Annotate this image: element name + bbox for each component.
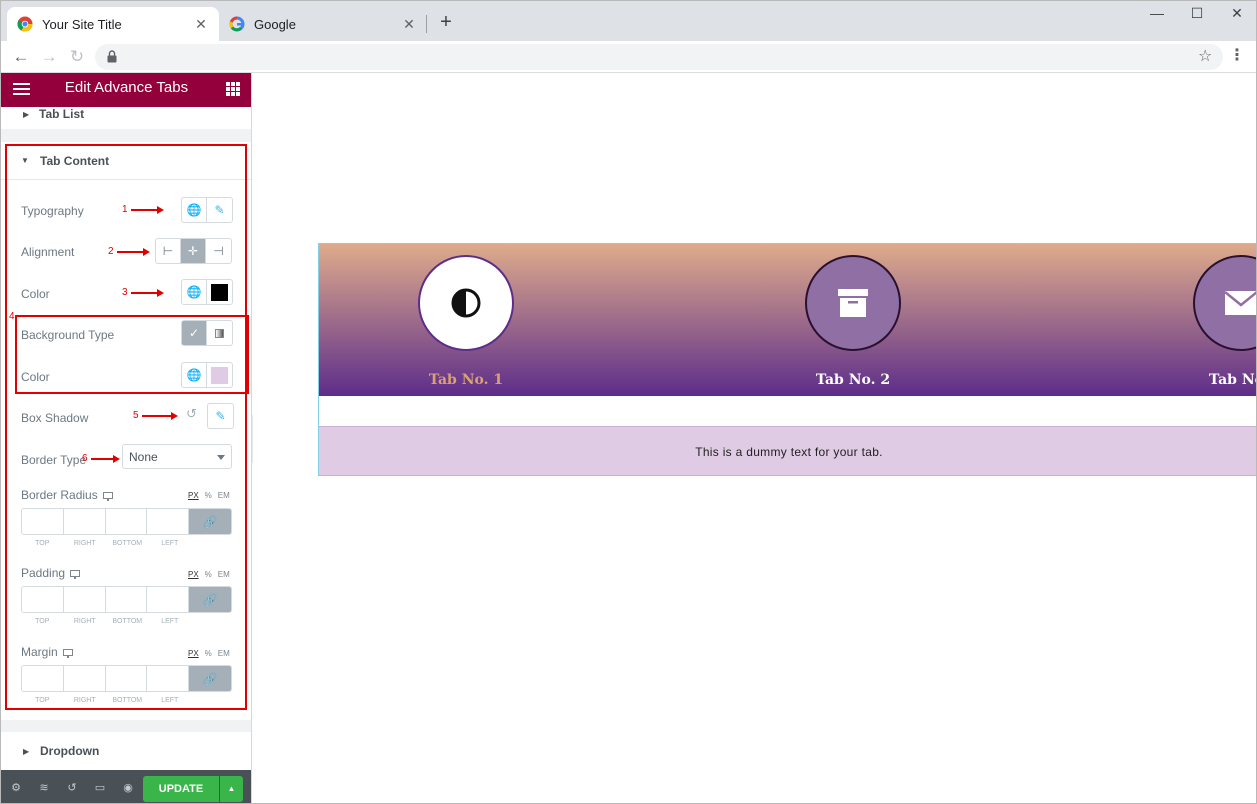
close-tab-icon[interactable]: ✕: [193, 16, 209, 33]
caret-right-icon: ▶: [23, 747, 30, 756]
hamburger-menu-icon[interactable]: [13, 83, 30, 95]
tab-divider: [426, 15, 427, 33]
section-label: Dropdown: [40, 744, 100, 758]
address-bar[interactable]: [95, 44, 1223, 70]
advance-tabs-widget: Tab No. 1 Tab No. 2 Tab No This is a dum…: [318, 243, 1256, 476]
reload-icon[interactable]: ↻: [66, 46, 88, 68]
section-dropdown[interactable]: ▶ Dropdown: [1, 732, 251, 770]
widgets-grid-icon[interactable]: [226, 82, 240, 96]
preview-canvas: Tab No. 1 Tab No. 2 Tab No This is a dum…: [253, 74, 1256, 803]
tabs-nav: Tab No. 1 Tab No. 2 Tab No: [319, 244, 1256, 396]
tab-strip: Your Site Title ✕ Google ✕ + — ☐ ✕: [1, 1, 1256, 41]
annotation-box: [15, 315, 249, 394]
tab-title: Your Site Title: [42, 16, 122, 32]
tab-1-circle[interactable]: [418, 255, 514, 351]
panel-footer: ⚙ ≋ ↺ ▭ ◉ UPDATE ▲: [1, 770, 251, 803]
tab-3-label[interactable]: Tab No: [1171, 372, 1256, 388]
section-label: Tab List: [39, 107, 85, 121]
lock-icon: [107, 50, 117, 63]
browser-tab-site[interactable]: Your Site Title ✕: [7, 7, 219, 41]
caret-right-icon: ▶: [23, 110, 30, 119]
tab-2-circle[interactable]: [805, 255, 901, 351]
bookmark-star-icon[interactable]: ☆: [1198, 46, 1212, 66]
archive-box-icon: [838, 289, 868, 317]
annotation-box: [5, 144, 247, 710]
browser-tab-google[interactable]: Google ✕: [219, 7, 427, 41]
settings-gear-icon[interactable]: ⚙: [9, 781, 23, 794]
browser-window: Your Site Title ✕ Google ✕ + — ☐ ✕ ← → ↻…: [0, 0, 1257, 804]
responsive-icon[interactable]: ▭: [93, 781, 107, 794]
tab-3-circle[interactable]: [1193, 255, 1256, 351]
layers-icon[interactable]: ≋: [37, 781, 51, 794]
envelope-icon: [1224, 291, 1256, 315]
contrast-icon: [451, 288, 481, 318]
tab-2-label[interactable]: Tab No. 2: [783, 372, 923, 388]
google-icon: [229, 16, 245, 32]
section-tab-list[interactable]: ▶ Tab List: [1, 107, 251, 129]
panel-title: Edit Advance Tabs: [64, 79, 189, 96]
browser-toolbar: ← → ↻ ☆ ⋮: [1, 41, 1256, 73]
maximize-button[interactable]: ☐: [1182, 5, 1212, 25]
tab-content-panel: This is a dummy text for your tab.: [319, 426, 1256, 475]
chrome-icon: [17, 16, 33, 32]
panel-header: Edit Advance Tabs: [1, 73, 251, 107]
forward-icon[interactable]: →: [38, 46, 60, 68]
tab-1-label[interactable]: Tab No. 1: [396, 372, 536, 388]
new-tab-button[interactable]: +: [435, 11, 457, 33]
tab-title: Google: [254, 16, 296, 32]
back-icon[interactable]: ←: [10, 46, 32, 68]
close-tab-icon[interactable]: ✕: [401, 16, 417, 33]
update-button[interactable]: UPDATE: [143, 776, 219, 802]
close-window-button[interactable]: ✕: [1222, 5, 1252, 25]
browser-menu-icon[interactable]: ⋮: [1229, 45, 1245, 65]
preview-eye-icon[interactable]: ◉: [121, 781, 135, 794]
history-icon[interactable]: ↺: [65, 781, 79, 794]
update-options-button[interactable]: ▲: [220, 776, 243, 802]
minimize-button[interactable]: —: [1142, 5, 1172, 25]
